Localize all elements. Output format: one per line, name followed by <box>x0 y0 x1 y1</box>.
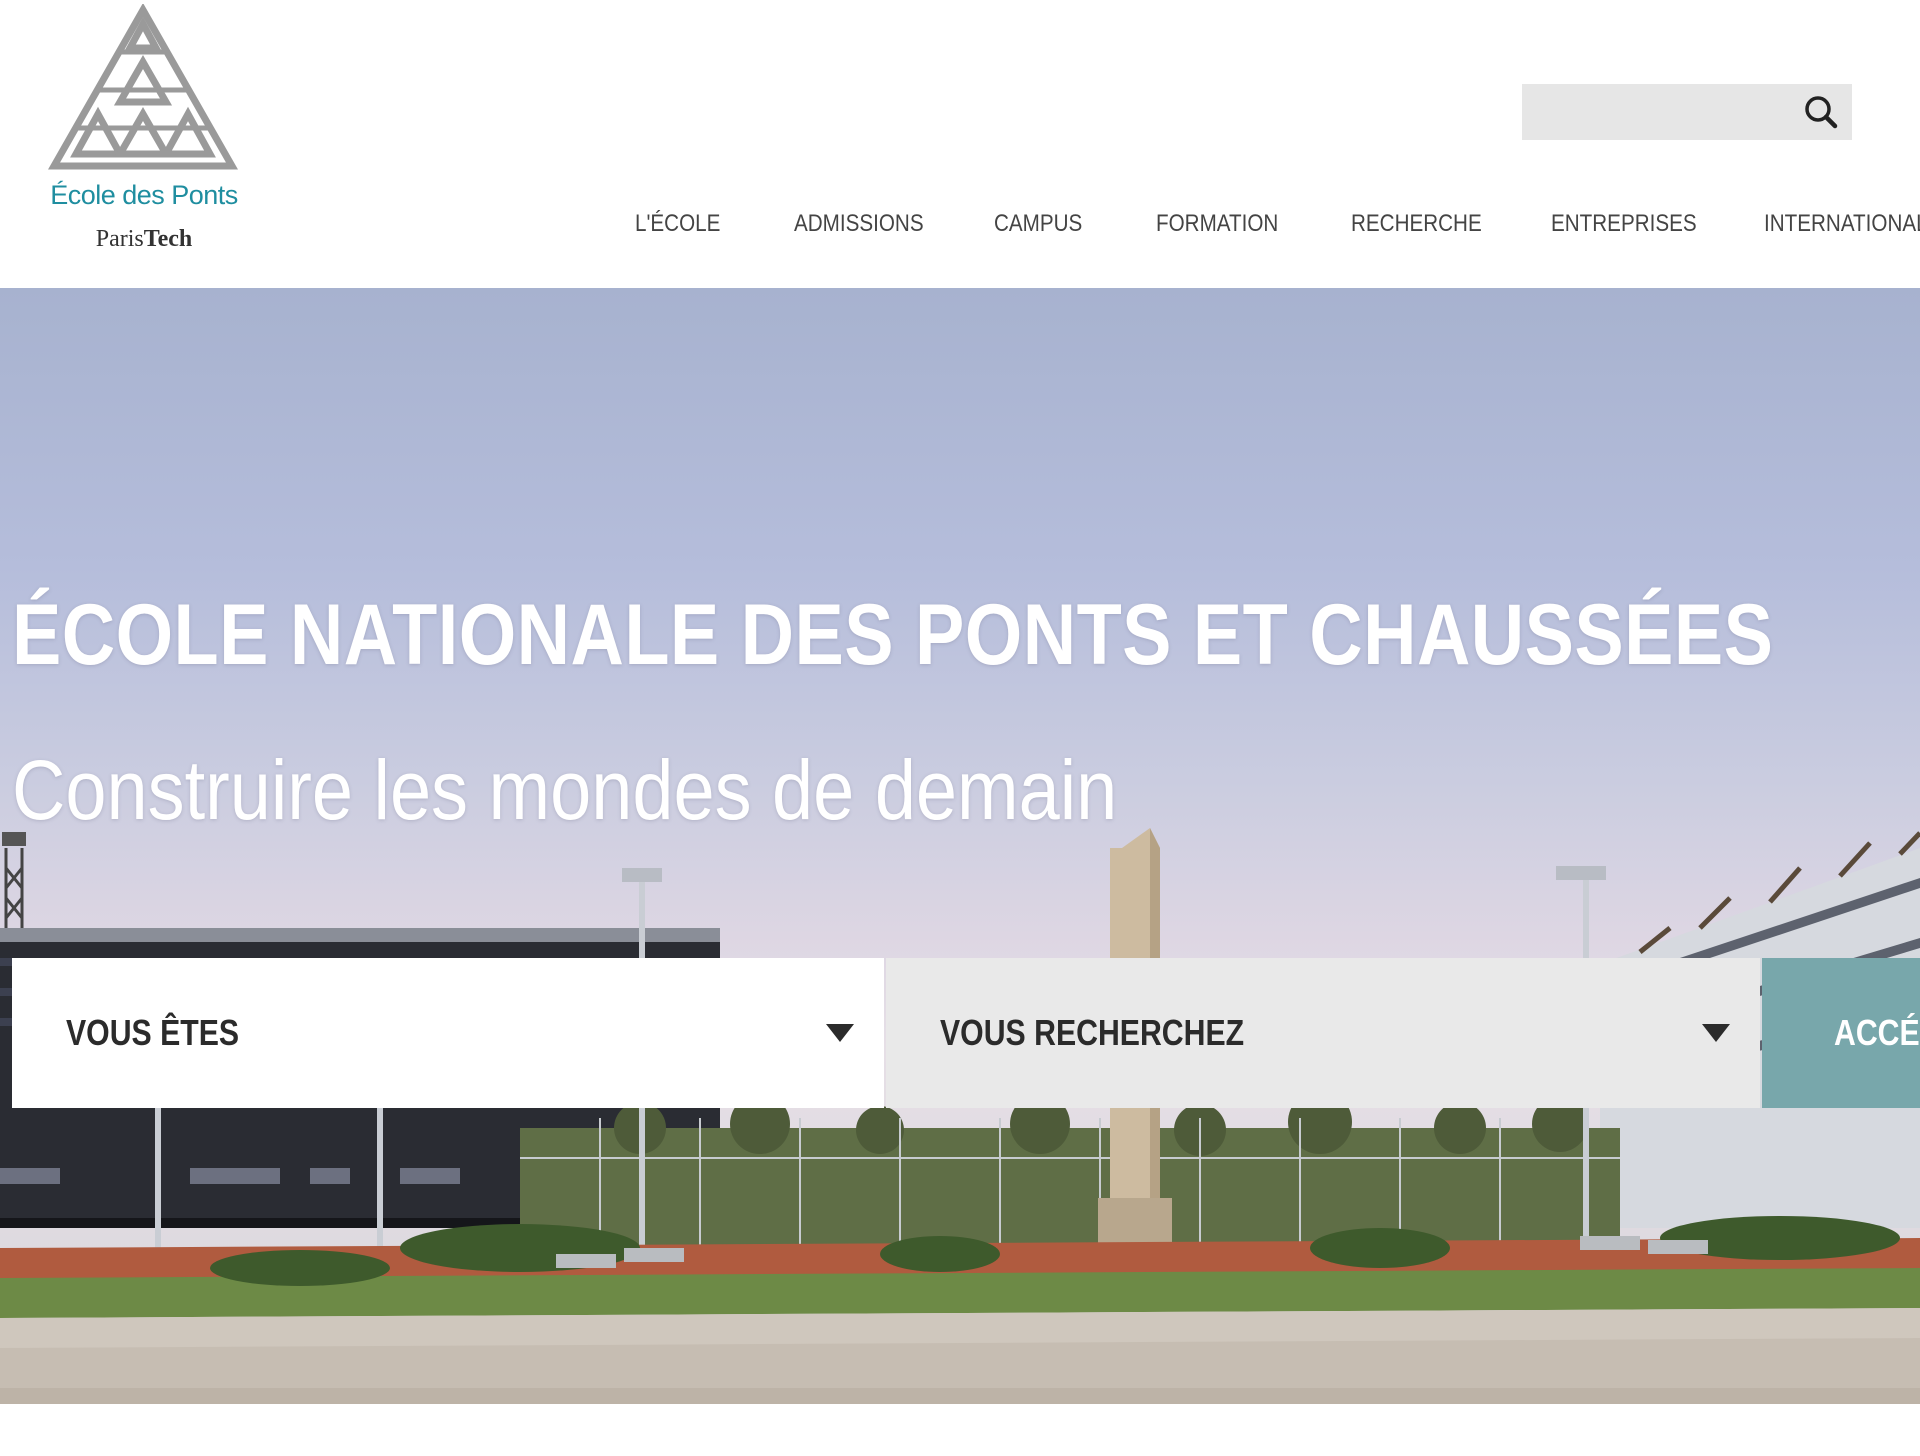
hero-banner: ÉCOLE NATIONALE DES PONTS ET CHAUSSÉES C… <box>0 288 1920 1404</box>
caret-down-icon <box>1702 1024 1730 1042</box>
vous-recherchez-dropdown[interactable]: VOUS RECHERCHEZ <box>886 958 1760 1108</box>
site-header: École des Ponts ParisTech L'ÉCOLE ADMISS… <box>0 0 1920 288</box>
audience-filter-bar: VOUS ÊTES VOUS RECHERCHEZ ACCÉDER <box>12 958 1920 1108</box>
campus-photo <box>0 828 1920 1404</box>
site-search <box>1522 84 1852 140</box>
search-input[interactable] <box>1522 84 1814 140</box>
nav-item-formation[interactable]: FORMATION <box>1156 204 1278 244</box>
vous-recherchez-label: VOUS RECHERCHEZ <box>940 1012 1245 1053</box>
search-button[interactable] <box>1798 90 1844 134</box>
hero-subtitle: Construire les mondes de demain <box>12 743 1118 837</box>
caret-down-icon <box>826 1024 854 1042</box>
access-button[interactable]: ACCÉDER <box>1762 958 1920 1108</box>
hero-title: ÉCOLE NATIONALE DES PONTS ET CHAUSSÉES <box>12 587 1774 683</box>
vous-etes-dropdown[interactable]: VOUS ÊTES <box>12 958 884 1108</box>
main-nav: L'ÉCOLE ADMISSIONS CAMPUS FORMATION RECH… <box>0 204 1920 244</box>
pyramid-logo-icon <box>48 4 238 170</box>
search-icon <box>1805 96 1838 129</box>
vous-etes-label: VOUS ÊTES <box>66 1012 240 1053</box>
nav-item-recherche[interactable]: RECHERCHE <box>1351 204 1482 244</box>
nav-item-entreprises[interactable]: ENTREPRISES <box>1551 204 1697 244</box>
access-button-label: ACCÉDER <box>1834 1012 1920 1053</box>
nav-item-international[interactable]: INTERNATIONAL <box>1764 204 1920 244</box>
nav-item-ecole[interactable]: L'ÉCOLE <box>635 204 720 244</box>
nav-item-campus[interactable]: CAMPUS <box>994 204 1082 244</box>
nav-item-admissions[interactable]: ADMISSIONS <box>794 204 924 244</box>
